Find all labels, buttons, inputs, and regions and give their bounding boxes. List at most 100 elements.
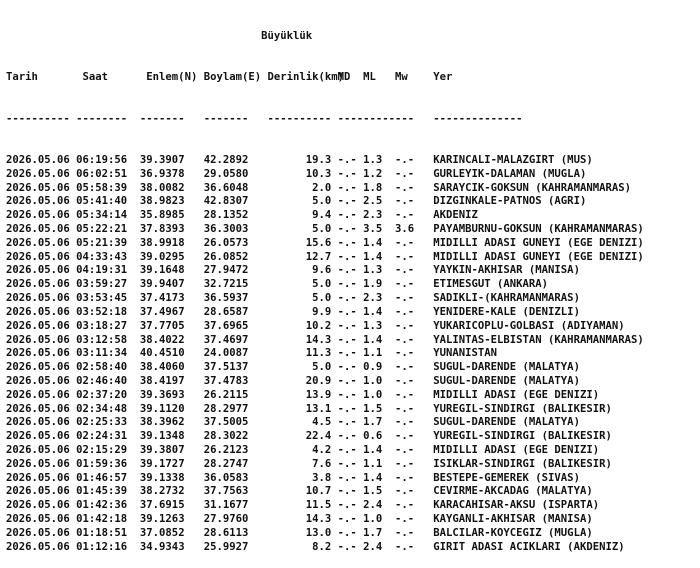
cell-latitude: 39.3807 — [139, 444, 185, 456]
cell-longitude: 36.6048 — [203, 181, 249, 194]
cell-ml: 2.5 — [363, 195, 383, 208]
table-row: 2026.05.06 04:19:31 39.1648 27.9472 9.6 -.- 1.… — [6, 264, 644, 278]
separator-date: ---------- — [6, 112, 70, 125]
cell-md: -.- — [337, 402, 357, 415]
cell-location: GIRIT ADASI ACIKLARI (AKDENIZ) — [433, 540, 625, 553]
cell-latitude: 39.3693 — [139, 388, 185, 401]
cell-depth: 11.5 — [305, 499, 332, 512]
cell-depth: 14.3 — [305, 513, 332, 526]
cell-date: 2026.05.06 — [6, 444, 70, 456]
cell-time: 02:15:29 — [76, 444, 128, 456]
separator-time: -------- — [76, 112, 128, 125]
table-row: 2026.05.06 02:46:40 38.4197 37.4783 20.9 -.- 1… — [6, 375, 644, 389]
cell-md: -.- — [337, 250, 357, 263]
cell-location: KARACAHISAR-AKSU (ISPARTA) — [433, 499, 600, 512]
cell-depth: 10.2 — [305, 319, 332, 332]
cell-longitude: 28.2977 — [203, 402, 249, 415]
column-header-date: Tarih — [6, 71, 38, 84]
cell-longitude: 37.7563 — [203, 485, 249, 498]
table-row: 2026.05.06 05:58:39 38.0082 36.6048 2.0 -.- 1.… — [6, 182, 644, 196]
cell-time: 01:42:36 — [76, 499, 128, 512]
cell-date: 2026.05.06 — [6, 305, 70, 318]
cell-location: YUKARICOPLU-GOLBASI (ADIYAMAN) — [433, 319, 625, 332]
table-row: 2026.05.06 02:34:48 39.1120 28.2977 13.1 -.- 1… — [6, 403, 644, 417]
cell-depth: 5.0 — [312, 292, 332, 305]
cell-ml: 1.1 — [363, 347, 383, 360]
cell-ml: 1.2 — [363, 167, 383, 180]
cell-ml: 2.3 — [363, 292, 383, 305]
separator-longitude: ------- — [203, 112, 249, 125]
cell-mw: -.- — [394, 526, 415, 539]
cell-mw: -.- — [394, 153, 415, 166]
cell-location: ISIKLAR-SINDIRGI (BALIKESIR) — [433, 457, 612, 470]
cell-date: 2026.05.06 — [6, 181, 70, 194]
cell-md: -.- — [337, 209, 357, 222]
cell-location: YALINTAS-ELBISTAN (KAHRAMANMARAS) — [433, 333, 644, 346]
cell-ml: 1.5 — [363, 402, 383, 415]
cell-time: 05:22:21 — [76, 223, 128, 235]
cell-depth: 14.3 — [305, 333, 332, 346]
cell-md: -.- — [337, 347, 357, 360]
cell-location: YUNANISTAN — [433, 347, 498, 360]
cell-depth: 19.3 — [305, 153, 332, 166]
cell-md: -.- — [337, 195, 357, 208]
cell-time: 02:58:40 — [76, 361, 128, 374]
cell-md: -.- — [337, 513, 357, 526]
cell-depth: 13.1 — [305, 402, 332, 415]
cell-md: -.- — [337, 153, 357, 166]
cell-longitude: 28.6587 — [203, 305, 249, 318]
cell-latitude: 38.4197 — [139, 374, 185, 387]
cell-time: 01:45:39 — [76, 485, 128, 498]
cell-mw: -.- — [394, 209, 415, 222]
cell-latitude: 39.9407 — [139, 278, 185, 291]
table-row: 2026.05.06 01:59:36 39.1727 28.2747 7.6 -.- 1.… — [6, 458, 644, 472]
table-row: 2026.05.06 02:25:33 38.3962 37.5005 4.5 -.- 1.… — [6, 416, 644, 430]
table-row: 2026.05.06 03:11:34 40.4510 24.0087 11.3 -.- 1… — [6, 347, 644, 361]
cell-md: -.- — [337, 499, 357, 512]
cell-time: 01:46:57 — [76, 471, 128, 484]
cell-latitude: 37.4967 — [139, 305, 185, 318]
cell-latitude: 38.4022 — [139, 333, 185, 346]
cell-mw: -.- — [394, 333, 415, 346]
cell-latitude: 38.4060 — [139, 361, 185, 374]
cell-location: KARINCALI-MALAZGIRT (MUS) — [433, 153, 593, 166]
table-row: 2026.05.06 03:59:27 39.9407 32.7215 5.0 -.- 1.… — [6, 278, 644, 292]
cell-md: -.- — [337, 388, 357, 401]
cell-longitude: 37.4783 — [203, 374, 249, 387]
cell-date: 2026.05.06 — [6, 499, 70, 512]
cell-location: AKDENIZ — [433, 209, 478, 222]
cell-mw: 3.6 — [394, 223, 415, 235]
cell-ml: 3.5 — [363, 223, 383, 235]
cell-md: -.- — [337, 540, 357, 553]
cell-longitude: 37.5005 — [203, 416, 249, 429]
cell-longitude: 31.1677 — [203, 499, 249, 512]
table-row: 2026.05.06 02:37:20 39.3693 26.2115 13.9 -.- 1… — [6, 389, 644, 403]
cell-location: MIDILLI ADASI GUNEYI (EGE DENIZI) — [433, 250, 644, 263]
table-row: 2026.05.06 02:58:40 38.4060 37.5137 5.0 -.- 0.… — [6, 361, 644, 375]
cell-location: PAYAMBURNU-GOKSUN (KAHRAMANMARAS) — [433, 223, 644, 235]
cell-date: 2026.05.06 — [6, 319, 70, 332]
cell-depth: 15.6 — [305, 236, 332, 249]
table-row: 2026.05.06 03:52:18 37.4967 28.6587 9.9 -.- 1.… — [6, 306, 644, 320]
cell-location: YAYKIN-AKHISAR (MANISA) — [433, 264, 580, 277]
earthquake-listing: Büyüklük Tarih Saat Enlem(N) Boylam(E) Derin… — [6, 2, 644, 568]
cell-time: 03:53:45 — [76, 292, 128, 305]
cell-latitude: 39.1338 — [139, 471, 185, 484]
cell-md: -.- — [337, 444, 357, 456]
cell-location: SARAYCIK-GOKSUN (KAHRAMANMARAS) — [433, 181, 631, 194]
cell-ml: 1.7 — [363, 526, 383, 539]
cell-latitude: 35.8985 — [139, 209, 185, 222]
cell-date: 2026.05.06 — [6, 416, 70, 429]
cell-ml: 1.3 — [363, 153, 383, 166]
column-header-ml: ML — [363, 71, 376, 84]
cell-location: YUREGIL-SINDIRGI (BALIKESIR) — [433, 402, 612, 415]
cell-time: 05:58:39 — [76, 181, 128, 194]
cell-location: SADIKLI-(KAHRAMANMARAS) — [433, 292, 580, 305]
cell-date: 2026.05.06 — [6, 526, 70, 539]
cell-date: 2026.05.06 — [6, 471, 70, 484]
cell-mw: -.- — [394, 402, 415, 415]
cell-mw: -.- — [394, 499, 415, 512]
table-row: 2026.05.06 05:41:40 38.9823 42.8307 5.0 -.- 2.… — [6, 195, 644, 209]
cell-mw: -.- — [394, 181, 415, 194]
cell-mw: -.- — [394, 361, 415, 374]
